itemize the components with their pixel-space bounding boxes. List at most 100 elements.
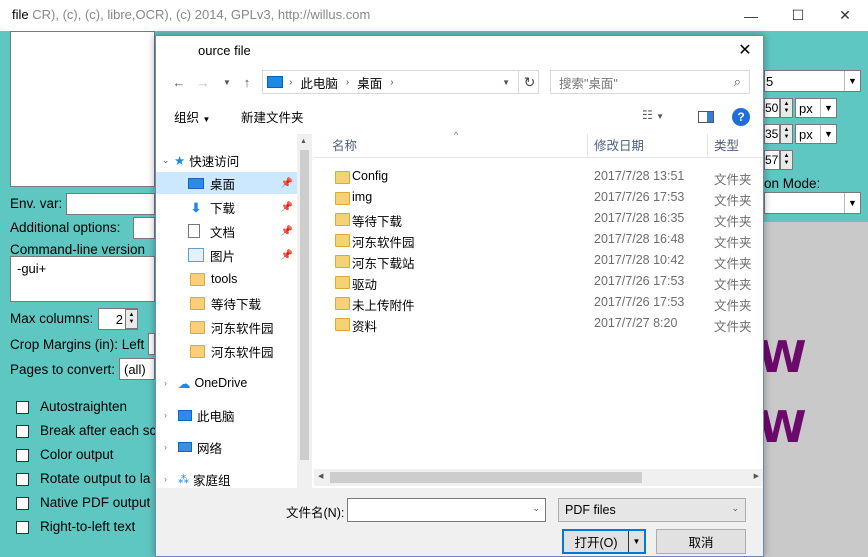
forward-arrow-icon[interactable]: → [194, 73, 212, 91]
height-spin-buttons[interactable]: ▲ ▼ [780, 124, 793, 144]
nav-scroll-thumb[interactable] [300, 150, 309, 460]
collapsed-chevron-icon: › [164, 378, 167, 388]
preview-glyph: W [758, 332, 807, 383]
height-unit-select[interactable]: px ▼ [795, 124, 837, 144]
dpi-spin-buttons[interactable]: ▲ ▼ [780, 150, 793, 170]
file-row[interactable]: 河东下载站 2017/7/28 10:42 文件夹 [314, 250, 763, 271]
scroll-left-icon[interactable]: ◀ [318, 472, 323, 480]
width-unit-select[interactable]: px ▼ [795, 98, 837, 118]
nav-item-waiting-download[interactable]: 等待下载 [156, 292, 297, 314]
autostraighten-checkbox[interactable] [16, 401, 29, 414]
column-name[interactable]: 名称 [314, 134, 588, 158]
crop-left-input[interactable] [148, 333, 155, 355]
breadcrumb-desktop[interactable]: 桌面 [357, 73, 382, 92]
dpi-input[interactable]: 57 [764, 150, 780, 170]
nav-scrollbar[interactable]: ▲ [297, 134, 312, 494]
file-row[interactable]: Config 2017/7/28 13:51 文件夹 [314, 166, 763, 187]
additional-options-input[interactable] [133, 217, 155, 239]
folder-icon [335, 318, 350, 331]
nav-homegroup[interactable]: › ⁂ 家庭组 [156, 468, 297, 490]
close-window-button[interactable]: ✕ [822, 0, 868, 31]
refresh-button[interactable]: ↻ [518, 70, 540, 94]
nav-item-hedong-2[interactable]: 河东软件园 [156, 340, 297, 362]
file-type-select[interactable]: PDF files ⌄ [558, 498, 746, 522]
address-bar[interactable]: › 此电脑 › 桌面 › ▼ [262, 70, 539, 94]
pages-input[interactable]: (all) [119, 358, 155, 380]
nav-network[interactable]: › 网络 [156, 436, 297, 458]
file-row[interactable]: 等待下载 2017/7/28 16:35 文件夹 [314, 208, 763, 229]
open-button[interactable]: 打开(O) ▼ [562, 529, 646, 554]
cmdline-box[interactable]: -gui+ [10, 256, 155, 302]
chevron-down-icon: ▼ [844, 71, 860, 91]
nav-item-label: 下载 [210, 201, 236, 216]
horizontal-scroll-thumb[interactable] [330, 472, 642, 483]
new-folder-button[interactable]: 新建文件夹 [241, 107, 304, 126]
right-to-left-checkbox[interactable] [16, 521, 29, 534]
nav-item-pictures[interactable]: 图片 📌 [156, 244, 297, 266]
pin-icon: 📌 [280, 249, 293, 261]
width-input[interactable]: 50 [764, 98, 780, 118]
folder-icon [335, 213, 350, 226]
height-input[interactable]: 35 [764, 124, 780, 144]
column-type[interactable]: 类型 [708, 134, 763, 158]
device-combo[interactable]: 5 ▼ [764, 70, 861, 92]
file-list-box[interactable] [10, 31, 155, 187]
view-options-button[interactable]: ☷ ▼ [642, 108, 664, 122]
breadcrumb-this-pc[interactable]: 此电脑 [300, 73, 338, 92]
search-input[interactable]: 搜索"桌面" ⌕ [550, 70, 750, 94]
file-row[interactable]: 资料 2017/7/27 8:20 文件夹 [314, 313, 763, 334]
native-pdf-checkbox[interactable] [16, 497, 29, 510]
nav-this-pc[interactable]: › 此电脑 [156, 404, 297, 426]
nav-item-documents[interactable]: 文档 📌 [156, 220, 297, 242]
column-date[interactable]: 修改日期 [588, 134, 708, 158]
cancel-button[interactable]: 取消 [656, 529, 746, 554]
recent-locations-chevron-icon[interactable]: ▼ [218, 73, 236, 91]
picture-icon [188, 248, 204, 262]
preview-pane-button[interactable] [698, 111, 714, 123]
nav-item-desktop[interactable]: 桌面 📌 [156, 172, 297, 194]
dialog-close-button[interactable]: ✕ [733, 39, 757, 61]
chevron-down-icon[interactable]: ⌄ [532, 503, 540, 514]
horizontal-scrollbar[interactable]: ◀ ▶ [314, 469, 763, 486]
maximize-button[interactable]: ☐ [775, 0, 821, 31]
nav-item-label: 河东软件园 [211, 321, 274, 336]
max-columns-spin-buttons[interactable]: ▲ ▼ [125, 309, 138, 329]
address-dropdown-icon[interactable]: ▼ [502, 78, 510, 87]
folder-icon [335, 171, 350, 184]
organize-button[interactable]: 组织 ▼ [174, 107, 210, 126]
file-row[interactable]: 河东软件园 2017/7/28 16:48 文件夹 [314, 229, 763, 250]
file-type: 文件夹 [714, 194, 752, 208]
file-row[interactable]: 未上传附件 2017/7/26 17:53 文件夹 [314, 292, 763, 313]
refresh-icon: ↻ [523, 73, 536, 90]
file-row[interactable]: 驱动 2017/7/26 17:53 文件夹 [314, 271, 763, 292]
env-var-label: Env. var: [10, 196, 63, 211]
nav-onedrive[interactable]: › ☁ OneDrive [156, 372, 297, 394]
nav-item-hedong-1[interactable]: 河东软件园 [156, 316, 297, 338]
file-row[interactable]: img 2017/7/26 17:53 文件夹 [314, 187, 763, 208]
rotate-output-checkbox[interactable] [16, 473, 29, 486]
pin-icon: 📌 [280, 201, 293, 213]
break-after-checkbox[interactable] [16, 425, 29, 438]
collapsed-chevron-icon: › [164, 474, 167, 484]
back-arrow-icon[interactable]: ← [170, 73, 188, 91]
env-var-input[interactable] [66, 193, 155, 215]
file-date: 2017/7/28 16:35 [594, 211, 685, 225]
width-spin-buttons[interactable]: ▲ ▼ [780, 98, 793, 118]
minimize-button[interactable]: — [728, 0, 774, 31]
breadcrumb-separator-icon: › [345, 76, 350, 88]
open-dropdown-icon[interactable]: ▼ [628, 531, 644, 552]
scroll-up-icon[interactable]: ▲ [300, 138, 307, 145]
folder-icon [335, 276, 350, 289]
pages-value: (all) [124, 362, 146, 377]
filename-input[interactable]: ⌄ [347, 498, 546, 522]
nav-quick-access[interactable]: ⌄ ★ 快速访问 [156, 149, 297, 171]
conversion-mode-combo[interactable]: ▼ [764, 192, 861, 214]
file-date: 2017/7/26 17:53 [594, 190, 685, 204]
nav-item-tools[interactable]: tools [156, 268, 297, 290]
up-arrow-icon[interactable]: ↑ [238, 73, 256, 91]
height-value: 35 [765, 127, 779, 141]
scroll-right-icon[interactable]: ▶ [754, 472, 759, 480]
color-output-checkbox[interactable] [16, 449, 29, 462]
help-button[interactable]: ? [732, 108, 750, 126]
nav-item-downloads[interactable]: ⬇ 下载 📌 [156, 196, 297, 218]
